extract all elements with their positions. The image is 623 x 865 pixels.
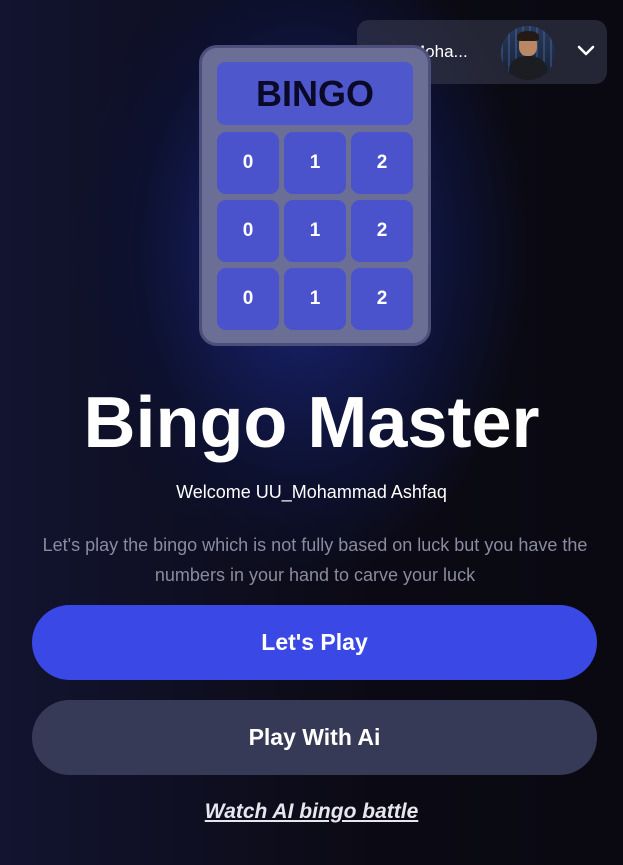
bingo-cell: 2 [351, 268, 413, 330]
bingo-cell: 1 [284, 132, 346, 194]
bingo-cell: 1 [284, 200, 346, 262]
tagline: Let's play the bingo which is not fully … [42, 535, 588, 585]
avatar[interactable] [501, 26, 555, 80]
bingo-card-header: BINGO [217, 62, 413, 125]
bingo-cell: 0 [217, 268, 279, 330]
play-with-ai-button[interactable]: Play With Ai [32, 700, 597, 775]
chevron-down-icon[interactable] [576, 43, 596, 59]
welcome-message: Welcome UU_Mohammad Ashfaq [176, 482, 447, 502]
page-title: Bingo Master [83, 383, 540, 463]
bingo-cell: 2 [351, 200, 413, 262]
bingo-card-illustration: BINGO 0 1 2 0 1 2 0 1 2 [199, 45, 431, 346]
bingo-cell: 2 [351, 132, 413, 194]
bingo-cell: 1 [284, 268, 346, 330]
watch-ai-battle-link[interactable]: Watch AI bingo battle [0, 800, 623, 824]
home-screen: UU_Moha... BINGO 0 1 2 0 1 2 0 1 2 Bingo… [0, 0, 623, 865]
bingo-cell: 0 [217, 132, 279, 194]
bingo-cell: 0 [217, 200, 279, 262]
lets-play-button[interactable]: Let's Play [32, 605, 597, 680]
